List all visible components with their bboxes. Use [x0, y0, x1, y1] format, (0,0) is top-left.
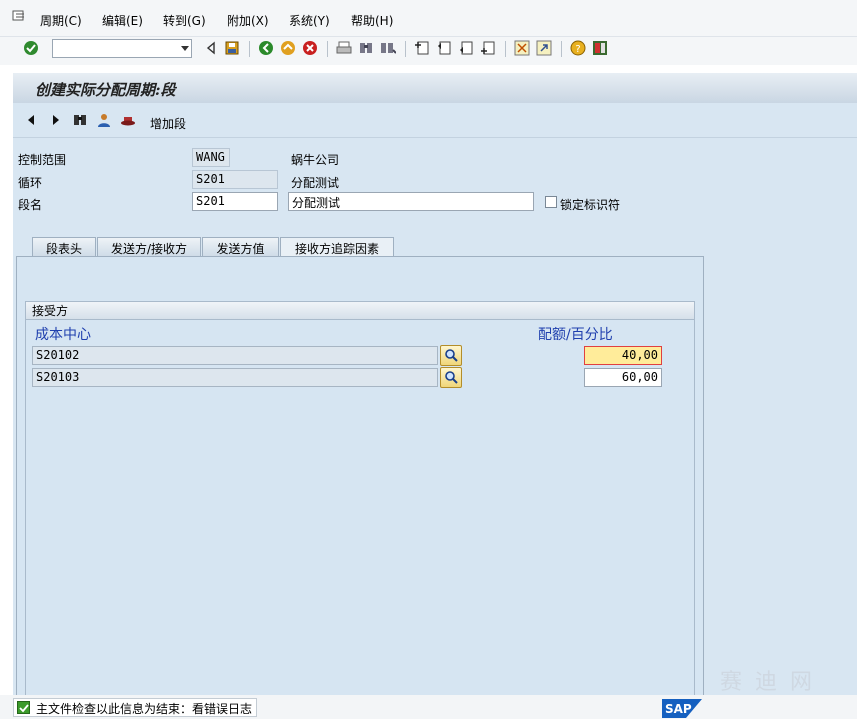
chevron-down-icon[interactable] [181, 46, 189, 51]
menu-help[interactable]: 帮助(H) [351, 12, 393, 29]
tab-sender-receiver[interactable]: 发送方/接收方 [97, 237, 201, 256]
first-page-icon[interactable] [414, 40, 430, 56]
search-icon [445, 349, 458, 362]
lock-checkbox-label: 锁定标识符 [560, 198, 621, 212]
back-triangle-icon[interactable] [203, 40, 219, 56]
share-field[interactable]: 60,00 [584, 368, 662, 387]
receiver-group-title: 接受方 [32, 304, 69, 318]
search-icon [445, 371, 458, 384]
command-field[interactable] [52, 39, 192, 58]
segment-field[interactable]: S201 [192, 192, 278, 211]
menu-cycle[interactable]: 周期(C) [40, 12, 82, 29]
cycle-field[interactable]: S201 [192, 170, 278, 189]
toolbar-separator [327, 41, 328, 57]
tab-segment-header[interactable]: 段表头 [32, 237, 96, 256]
next-page-icon[interactable] [458, 40, 474, 56]
tab-label: 段表头 [45, 242, 82, 256]
menu-edit[interactable]: 编辑(E) [102, 12, 143, 29]
binoculars-icon[interactable] [72, 112, 88, 128]
previous-icon[interactable] [25, 113, 37, 127]
user-icon[interactable] [96, 112, 112, 128]
controlling-area-description: 蜗牛公司 [291, 153, 340, 167]
help-icon[interactable]: ? [570, 40, 586, 56]
cost-center-search-button[interactable] [440, 367, 462, 388]
menu-extras[interactable]: 附加(X) [227, 12, 269, 29]
cycle-description: 分配测试 [291, 176, 340, 190]
find-icon[interactable] [358, 40, 374, 56]
find-next-icon[interactable] [380, 40, 396, 56]
add-segment-button[interactable]: 增加段 [150, 115, 186, 132]
shortcut-icon[interactable] [536, 40, 552, 56]
controlling-area-label: 控制范围 [18, 153, 67, 167]
receiver-group-header [25, 301, 695, 320]
tab-receiver-tracing-factor[interactable]: 接收方追踪因素 [280, 237, 394, 256]
svg-text:?: ? [575, 44, 580, 55]
hat-icon[interactable] [120, 112, 136, 128]
controlling-area-field[interactable]: WANG [192, 148, 230, 167]
menu-system[interactable]: 系统(Y) [289, 12, 330, 29]
tab-label: 发送方/接收方 [110, 242, 188, 256]
new-session-icon[interactable] [514, 40, 530, 56]
watermark: 赛 迪 网 [720, 670, 815, 695]
prev-page-icon[interactable] [436, 40, 452, 56]
tab-sender-values[interactable]: 发送方值 [202, 237, 279, 256]
check-mark-icon [19, 704, 29, 713]
success-check-icon [17, 701, 30, 714]
application-toolbar [13, 105, 857, 138]
segment-label: 段名 [18, 198, 43, 212]
next-icon[interactable] [50, 113, 62, 127]
sap-logo-text: SAP [665, 702, 692, 716]
lock-checkbox[interactable] [545, 196, 557, 208]
system-menu-icon[interactable] [12, 10, 26, 22]
save-icon[interactable] [224, 40, 240, 56]
cost-center-column-header: 成本中心 [35, 327, 91, 343]
share-column-header: 配额/百分比 [538, 327, 613, 343]
tab-label: 发送方值 [216, 242, 265, 256]
back-icon[interactable] [258, 40, 274, 56]
print-icon[interactable] [336, 40, 352, 56]
page-title: 创建实际分配周期:段 [35, 81, 176, 99]
exit-icon[interactable] [280, 40, 296, 56]
sap-logo: SAP [662, 699, 702, 718]
toolbar-separator [249, 41, 250, 57]
toolbar-separator [405, 41, 406, 57]
toolbar-separator [505, 41, 506, 57]
last-page-icon[interactable] [480, 40, 496, 56]
enter-icon[interactable] [23, 40, 39, 56]
layout-icon[interactable] [592, 40, 608, 56]
status-message[interactable]: 主文件检查以此信息为结束：看错误日志 [13, 698, 258, 717]
cycle-label: 循环 [18, 176, 43, 190]
toolbar-separator [561, 41, 562, 57]
cancel-icon[interactable] [302, 40, 318, 56]
share-field[interactable]: 40,00 [584, 346, 662, 365]
segment-description-field[interactable]: 分配测试 [288, 192, 534, 211]
cost-center-search-button[interactable] [440, 345, 462, 366]
cost-center-field[interactable]: S20103 [32, 368, 438, 387]
tab-label: 接收方追踪因素 [294, 242, 379, 256]
menu-goto[interactable]: 转到(G) [163, 12, 206, 29]
cost-center-field[interactable]: S20102 [32, 346, 438, 365]
